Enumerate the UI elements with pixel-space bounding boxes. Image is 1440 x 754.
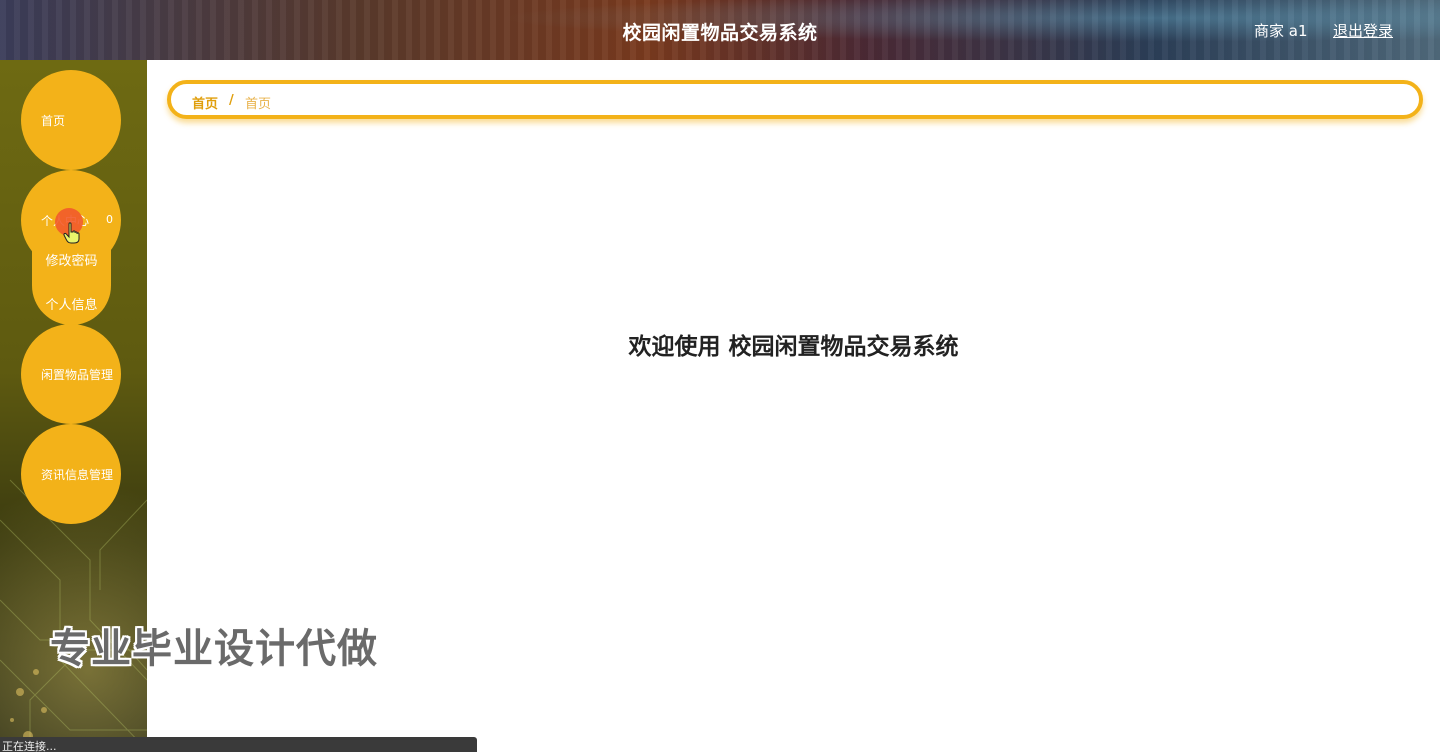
submenu-item-personal-info[interactable]: 个人信息	[32, 294, 111, 313]
top-header: 校园闲置物品交易系统 商家 a1 退出登录	[0, 0, 1440, 60]
app-title: 校园闲置物品交易系统	[622, 22, 818, 44]
breadcrumb: 首页 / 首页	[167, 80, 1423, 119]
logout-link[interactable]: 退出登录	[1333, 20, 1393, 41]
welcome-heading: 欢迎使用 校园闲置物品交易系统	[628, 334, 959, 360]
submenu-item-change-password[interactable]: 修改密码	[32, 250, 111, 269]
sidebar-item-news-management[interactable]: 资讯信息管理	[21, 424, 121, 524]
sidebar-item-label: 闲置物品管理	[41, 367, 114, 382]
current-user-label: 商家 a1	[1254, 22, 1308, 40]
sidebar-item-home[interactable]: 首页	[21, 70, 121, 170]
sidebar-item-idle-goods-management[interactable]: 闲置物品管理	[21, 324, 121, 424]
breadcrumb-separator: /	[229, 93, 234, 108]
sidebar-item-label: 资讯信息管理	[41, 467, 114, 482]
personal-center-submenu: 修改密码 个人信息	[32, 235, 111, 325]
sidebar-item-label: 首页	[41, 113, 66, 128]
expand-arrow-icon[interactable]: 0	[106, 213, 113, 226]
watermark-overlay: 专业毕业设计代做	[50, 626, 378, 672]
hand-pointer-icon	[63, 222, 80, 244]
browser-status-bar: 正在连接...	[0, 737, 477, 753]
breadcrumb-home-link[interactable]: 首页	[192, 93, 218, 112]
breadcrumb-current: 首页	[245, 97, 272, 112]
